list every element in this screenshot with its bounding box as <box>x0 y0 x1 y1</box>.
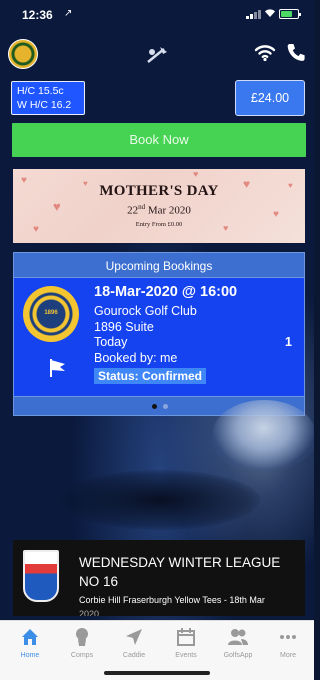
home-icon <box>4 627 56 649</box>
tab-label: GolfsApp <box>223 652 253 659</box>
crest-year: 1896 <box>44 310 58 316</box>
app-screen: 12:36 ↗ H/C 15.5c W H/C 16.2 £24.00 Book… <box>0 0 314 680</box>
league-subtitle: Corbie Hill Fraserburgh Yellow Tees - 18… <box>79 595 265 605</box>
golf-logo-icon <box>146 46 168 71</box>
battery-icon <box>279 9 301 19</box>
more-icon <box>262 627 314 649</box>
tab-home[interactable]: Home <box>4 627 56 659</box>
mothers-day-banner[interactable]: ♥ ♥ ♥ ♥ ♥ ♥ ♥ ♥ ♥ MOTHER'S DAY 22nd Mar … <box>13 169 305 243</box>
trophy-icon <box>56 627 108 649</box>
location-arrow-icon: ↗ <box>64 8 73 19</box>
booking-count: 1 <box>285 335 292 349</box>
wifi-icon[interactable] <box>254 42 276 62</box>
flag-icon <box>48 358 68 378</box>
fraserburgh-crest-icon <box>23 550 59 602</box>
status-time: 12:36 <box>22 8 53 22</box>
tab-label: Comps <box>70 652 94 659</box>
book-now-button[interactable]: Book Now <box>12 123 306 157</box>
club-badge-icon[interactable] <box>8 39 38 69</box>
cell-signal-icon <box>246 10 261 19</box>
wifi-status-icon <box>264 8 276 21</box>
tab-label: Caddie <box>122 652 146 659</box>
league-event-card[interactable]: WEDNESDAY WINTER LEAGUE NO 16 Corbie Hil… <box>13 540 305 616</box>
booking-booked-by: Booked by: me <box>94 351 178 365</box>
league-subtitle-year: 2020 <box>79 609 100 616</box>
tab-more[interactable]: More <box>262 627 314 659</box>
tab-caddie[interactable]: Caddie <box>108 627 160 659</box>
booking-day: Today <box>94 335 128 349</box>
golf-ball-image <box>212 400 314 470</box>
league-title: WEDNESDAY WINTER LEAGUE NO 16 <box>79 555 281 589</box>
app-header <box>0 36 314 76</box>
handicap-value: H/C 15.5c <box>17 85 64 97</box>
pager-dot[interactable] <box>163 404 168 409</box>
tab-label: More <box>280 652 296 659</box>
home-indicator[interactable] <box>104 671 210 675</box>
navigation-arrow-icon <box>108 627 160 649</box>
golf-hole-image <box>60 470 260 530</box>
balance-button[interactable]: £24.00 <box>235 80 305 116</box>
tab-events[interactable]: Events <box>160 627 212 659</box>
handicap-box: H/C 15.5c W H/C 16.2 <box>11 81 85 115</box>
upcoming-bookings-header: Upcoming Bookings <box>13 252 305 278</box>
people-icon <box>212 627 264 649</box>
tab-label: Home <box>20 652 40 659</box>
gourock-crest-icon: 1896 <box>23 286 79 342</box>
status-bar: 12:36 ↗ <box>0 0 314 26</box>
banner-title: MOTHER'S DAY <box>99 183 219 199</box>
heart-icon: ♥ <box>193 169 199 179</box>
pager-dot-active[interactable] <box>152 404 157 409</box>
banner-entry: Entry From £0.00 <box>135 221 183 228</box>
banner-date: 22nd Mar 2020 <box>127 203 191 217</box>
tab-label: Events <box>175 652 197 659</box>
booking-suite: 1896 Suite <box>94 320 154 334</box>
world-handicap-value: W H/C 16.2 <box>17 99 72 111</box>
booking-club: Gourock Golf Club <box>94 304 197 318</box>
tab-comps[interactable]: Comps <box>56 627 108 659</box>
booking-card[interactable]: 1896 18-Mar-2020 @ 16:00 Gourock Golf Cl… <box>13 278 305 396</box>
status-badge: Status: Confirmed <box>94 368 207 384</box>
booking-date-time: 18-Mar-2020 @ 16:00 <box>94 284 238 300</box>
tab-golfsapp[interactable]: GolfsApp <box>212 627 264 659</box>
phone-icon[interactable] <box>286 42 306 62</box>
calendar-icon <box>160 627 212 649</box>
